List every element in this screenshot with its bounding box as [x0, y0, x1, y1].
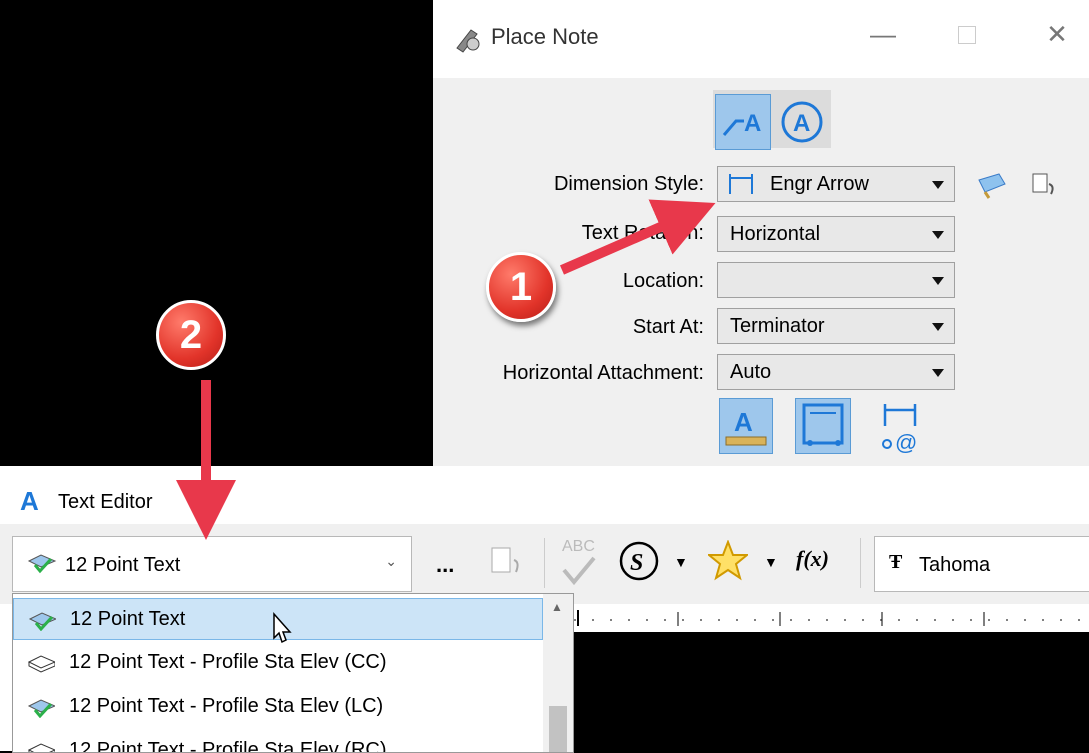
- annotation-arrows: [176, 199, 716, 540]
- arrow-one: [559, 199, 716, 275]
- callout-badge-1: 1: [486, 252, 556, 322]
- callout-badge-2: 2: [156, 300, 226, 370]
